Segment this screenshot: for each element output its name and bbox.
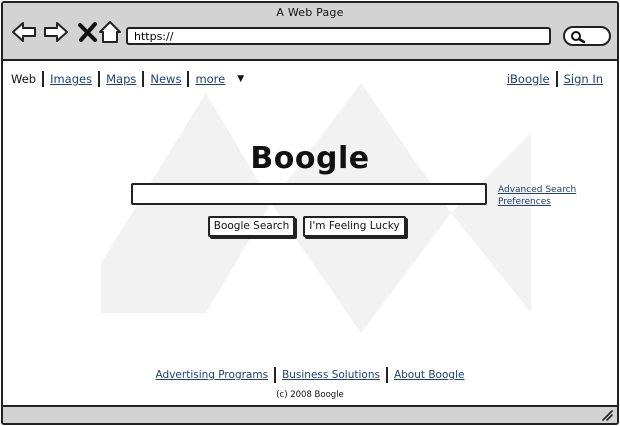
chevron-down-icon[interactable]: ▼ xyxy=(237,74,244,84)
nav-item-news[interactable]: News xyxy=(150,72,181,86)
divider xyxy=(142,71,145,87)
account-nav: iBoogle Sign In xyxy=(507,70,603,88)
advertising-programs-link[interactable]: Advertising Programs xyxy=(156,369,269,381)
divider xyxy=(555,71,558,87)
divider xyxy=(385,367,388,383)
nav-item-more[interactable]: more xyxy=(195,72,225,86)
divider xyxy=(274,367,277,383)
browser-search-box[interactable] xyxy=(563,26,611,46)
preferences-link[interactable]: Preferences xyxy=(498,196,576,208)
feeling-lucky-button[interactable]: I'm Feeling Lucky xyxy=(303,216,406,237)
address-bar[interactable] xyxy=(126,27,551,45)
business-solutions-link[interactable]: Business Solutions xyxy=(282,369,380,381)
browser-toolbar: A Web Page xyxy=(3,3,617,61)
search-input[interactable] xyxy=(131,183,487,205)
footer-links: Advertising Programs Business Solutions … xyxy=(3,367,617,383)
nav-item-web[interactable]: Web xyxy=(11,72,36,86)
home-icon xyxy=(99,21,121,43)
nav-item-images[interactable]: Images xyxy=(50,72,92,86)
search-button[interactable]: Boogle Search xyxy=(208,216,295,237)
divider xyxy=(98,71,101,87)
home-button[interactable] xyxy=(97,19,123,45)
service-nav: Web Images Maps News more ▼ xyxy=(11,70,244,88)
search-icon xyxy=(571,31,586,44)
divider xyxy=(42,71,45,87)
site-logo: Boogle xyxy=(250,141,370,176)
browser-window: A Web Page https:// Web Images Maps News… xyxy=(1,1,619,425)
nav-item-maps[interactable]: Maps xyxy=(106,72,136,86)
advanced-links: Advanced Search Preferences xyxy=(498,184,576,208)
advanced-search-link[interactable]: Advanced Search xyxy=(498,184,576,196)
forward-button[interactable] xyxy=(43,19,69,45)
copyright-text: (c) 2008 Boogle xyxy=(276,390,344,400)
arrow-left-icon xyxy=(12,22,36,42)
resize-grip-icon[interactable] xyxy=(601,409,613,421)
sign-in-link[interactable]: Sign In xyxy=(564,72,603,86)
status-bar xyxy=(3,405,617,423)
window-title: A Web Page xyxy=(276,6,344,19)
about-link[interactable]: About Boogle xyxy=(394,369,464,381)
arrow-right-icon xyxy=(44,22,68,42)
back-button[interactable] xyxy=(11,19,37,45)
iboogle-link[interactable]: iBoogle xyxy=(507,72,550,86)
divider xyxy=(187,71,190,87)
